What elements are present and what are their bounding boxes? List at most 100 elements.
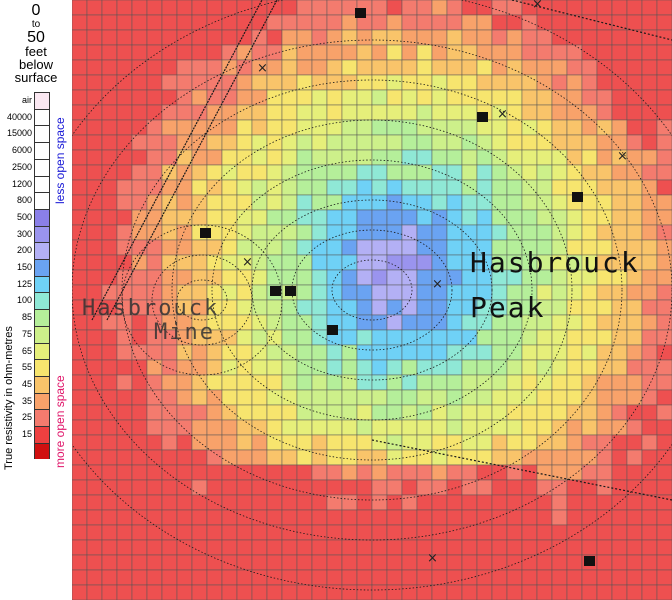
- grid-cell: [86, 164, 103, 181]
- grid-cell: [431, 464, 448, 481]
- prospect-cross-marker: ×: [617, 149, 628, 164]
- legend-class-label: 2500: [11, 162, 32, 172]
- grid-cell: [161, 419, 178, 436]
- grid-cell: [101, 464, 118, 481]
- grid-cell: [551, 404, 568, 421]
- grid-cell: [566, 509, 583, 526]
- grid-cell: [416, 224, 433, 241]
- grid-cell: [176, 194, 193, 211]
- grid-cell: [296, 224, 313, 241]
- grid-cell: [206, 569, 223, 586]
- grid-cell: [506, 464, 523, 481]
- grid-cell: [611, 119, 628, 136]
- grid-cell: [446, 524, 463, 541]
- grid-cell: [551, 329, 568, 346]
- grid-cell: [266, 329, 283, 346]
- legend-swatch: [34, 159, 50, 176]
- grid-cell: [341, 44, 358, 61]
- grid-cell: [656, 44, 672, 61]
- grid-cell: [72, 179, 88, 196]
- grid-cell: [431, 419, 448, 436]
- grid-cell: [356, 164, 373, 181]
- grid-cell: [311, 389, 328, 406]
- grid-cell: [176, 239, 193, 256]
- grid-cell: [476, 509, 493, 526]
- grid-cell: [416, 104, 433, 121]
- grid-cell: [566, 134, 583, 151]
- grid-cell: [416, 434, 433, 451]
- grid-cell: [401, 299, 418, 316]
- grid-cell: [491, 59, 508, 76]
- grid-cell: [146, 209, 163, 226]
- grid-cell: [161, 89, 178, 106]
- grid-cell: [401, 59, 418, 76]
- grid-cell: [86, 494, 103, 511]
- grid-cell: [371, 554, 388, 571]
- grid-cell: [656, 344, 672, 361]
- grid-cell: [311, 89, 328, 106]
- grid-cell: [72, 479, 88, 496]
- grid-cell: [251, 509, 268, 526]
- grid-cell: [626, 149, 643, 166]
- grid-cell: [326, 59, 343, 76]
- grid-cell: [296, 299, 313, 316]
- grid-cell: [101, 149, 118, 166]
- grid-cell: [326, 44, 343, 61]
- grid-cell: [206, 254, 223, 271]
- grid-cell: [461, 224, 478, 241]
- grid-cell: [491, 524, 508, 541]
- grid-cell: [596, 494, 613, 511]
- grid-cell: [221, 149, 238, 166]
- grid-cell: [386, 0, 403, 16]
- grid-cell: [176, 449, 193, 466]
- legend-class-label: 1200: [11, 179, 32, 189]
- grid-cell: [371, 344, 388, 361]
- mine-shaft-marker: [355, 8, 366, 18]
- grid-cell: [176, 74, 193, 91]
- grid-cell: [281, 509, 298, 526]
- grid-cell: [116, 149, 133, 166]
- grid-cell: [641, 104, 658, 121]
- grid-cell: [341, 494, 358, 511]
- grid-cell: [401, 329, 418, 346]
- grid-cell: [72, 194, 88, 211]
- grid-cell: [491, 44, 508, 61]
- grid-cell: [476, 74, 493, 91]
- grid-cell: [521, 44, 538, 61]
- grid-cell: [641, 434, 658, 451]
- grid-cell: [626, 104, 643, 121]
- grid-cell: [191, 44, 208, 61]
- legend-class-label: 300: [16, 229, 32, 239]
- grid-cell: [326, 194, 343, 211]
- grid-cell: [296, 569, 313, 586]
- grid-cell: [536, 179, 553, 196]
- grid-cell: [461, 554, 478, 571]
- grid-cell: [236, 74, 253, 91]
- grid-cell: [206, 14, 223, 31]
- grid-cell: [206, 524, 223, 541]
- grid-cell: [611, 74, 628, 91]
- grid-cell: [116, 569, 133, 586]
- grid-cell: [461, 359, 478, 376]
- grid-cell: [566, 359, 583, 376]
- grid-cell: [491, 569, 508, 586]
- grid-cell: [191, 0, 208, 16]
- grid-cell: [116, 14, 133, 31]
- grid-cell: [416, 464, 433, 481]
- grid-cell: [656, 89, 672, 106]
- grid-cell: [446, 554, 463, 571]
- grid-cell: [116, 194, 133, 211]
- grid-cell: [251, 539, 268, 556]
- grid-cell: [356, 539, 373, 556]
- grid-cell: [266, 239, 283, 256]
- grid-cell: [611, 479, 628, 496]
- grid-cell: [146, 104, 163, 121]
- grid-cell: [116, 119, 133, 136]
- grid-cell: [371, 329, 388, 346]
- grid-cell: [221, 194, 238, 211]
- grid-cell: [446, 419, 463, 436]
- grid-cell: [581, 0, 598, 16]
- grid-cell: [72, 239, 88, 256]
- grid-cell: [281, 179, 298, 196]
- grid-cell: [626, 509, 643, 526]
